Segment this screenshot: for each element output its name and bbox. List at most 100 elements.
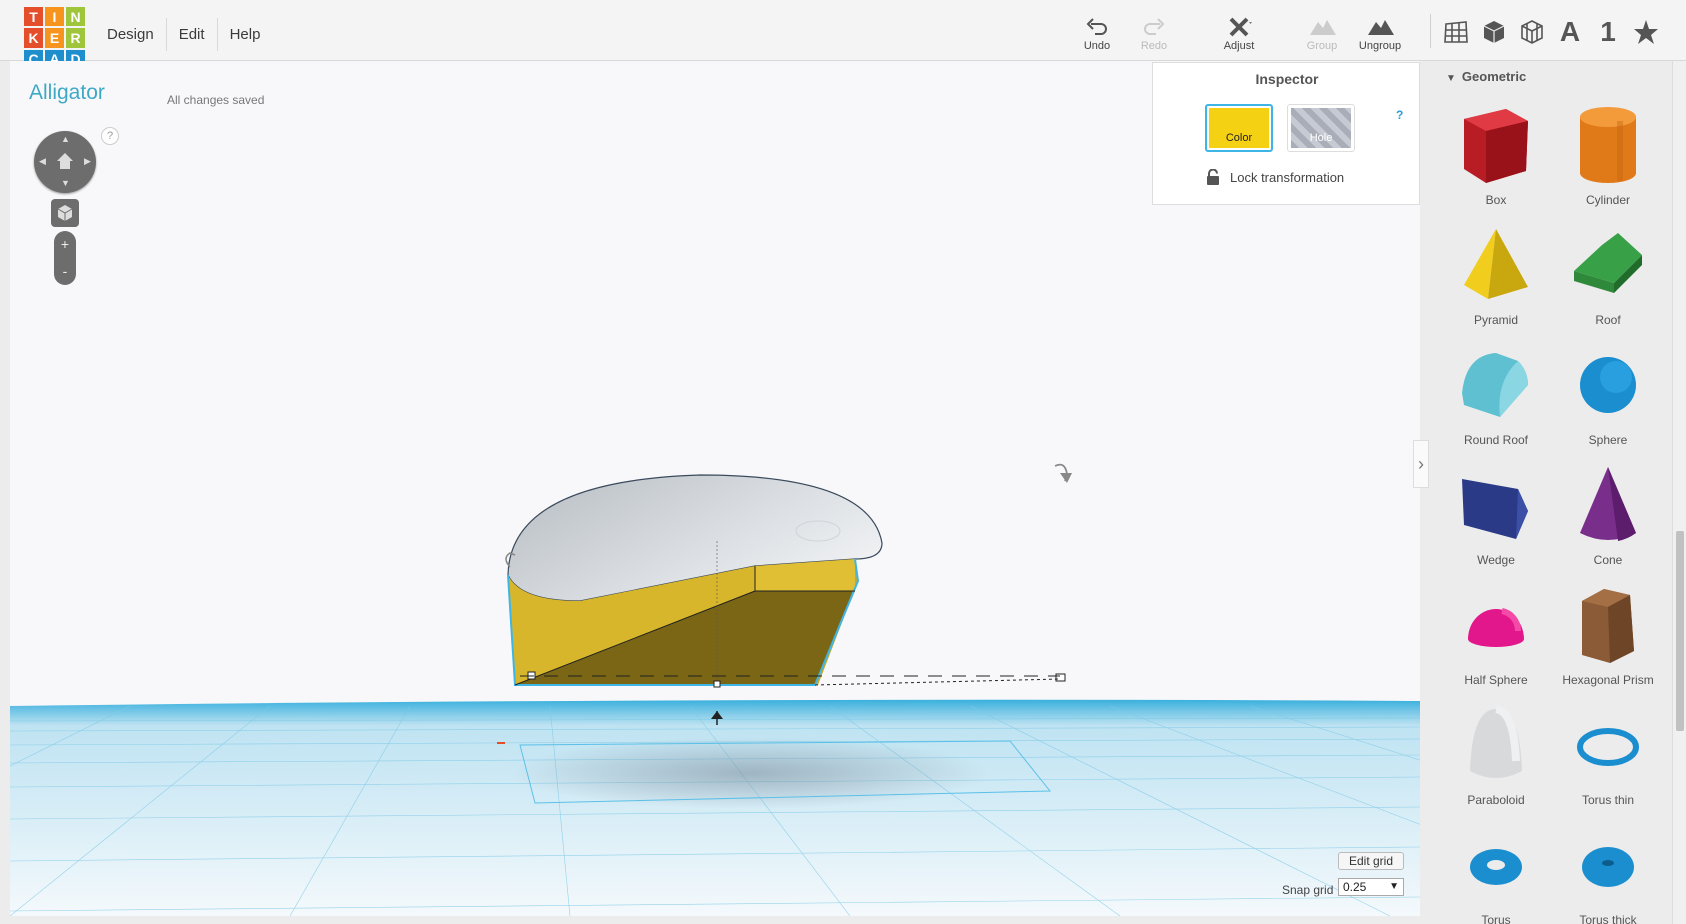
shape-label: Paraboloid	[1467, 793, 1525, 807]
redo-button[interactable]: Redo	[1124, 16, 1184, 52]
pyramid-icon	[1464, 229, 1528, 299]
main-menu: Design Edit Help	[95, 18, 272, 51]
dropdown-arrow-icon: ▼	[1389, 881, 1399, 892]
shape-torus-thick[interactable]: Torus thick	[1552, 821, 1664, 924]
shape-roof[interactable]: Roof	[1552, 221, 1664, 341]
inspector-title: Inspector	[1255, 71, 1319, 87]
roof-icon	[1574, 233, 1642, 293]
edge-handle[interactable]	[713, 680, 721, 688]
tinkercad-editor: T I N K E R C A D Design Edit Help Undo …	[0, 0, 1686, 924]
lock-icon	[1207, 169, 1219, 185]
corner-handle[interactable]	[1055, 673, 1066, 682]
logo-letter: T	[24, 7, 43, 27]
shape-label: Roof	[1595, 313, 1621, 327]
shape-label: Cylinder	[1585, 193, 1630, 207]
logo-letter: K	[24, 28, 43, 48]
sphere-icon	[1580, 357, 1636, 413]
toolbar-divider	[1430, 14, 1431, 48]
number-shape-icon[interactable]: 1	[1592, 16, 1624, 48]
tinkercad-logo[interactable]: T I N K E R C A D	[24, 7, 86, 69]
triangle-down-icon: ▼	[1446, 73, 1456, 84]
scroll-thumb[interactable]	[1676, 531, 1684, 731]
lock-transformation-toggle[interactable]: Lock transformation	[1206, 169, 1344, 186]
adjust-icon	[1229, 17, 1252, 37]
ungroup-label: Ungroup	[1358, 40, 1402, 52]
shape-box[interactable]: Box	[1440, 101, 1552, 221]
hole-label: Hole	[1309, 132, 1333, 144]
shape-hexagonal-prism[interactable]: Hexagonal Prism	[1552, 581, 1664, 701]
category-label: Geometric	[1461, 69, 1527, 84]
shape-round-roof[interactable]: Round Roof	[1440, 341, 1552, 461]
shape-label: Half Sphere	[1464, 673, 1528, 687]
torus-icon	[1470, 849, 1522, 885]
inspector-help-button[interactable]: ?	[1396, 108, 1403, 122]
undo-button[interactable]: Undo	[1067, 16, 1127, 52]
ungroup-icon	[1368, 20, 1394, 35]
torus-thick-icon	[1582, 847, 1634, 887]
logo-letter: N	[66, 7, 85, 27]
color-button[interactable]: Color	[1205, 104, 1273, 152]
logo-letter: R	[66, 28, 85, 48]
redo-icon	[1144, 18, 1165, 35]
half-sphere-icon	[1468, 608, 1524, 647]
snap-grid-select[interactable]: 0.25 ▼	[1338, 878, 1404, 896]
hexagonal-prism-icon	[1582, 589, 1634, 663]
shape-wedge[interactable]: Wedge	[1440, 461, 1552, 581]
wedge-icon	[1462, 479, 1528, 539]
collapse-panel-button[interactable]: ›	[1413, 440, 1429, 488]
shape-cone[interactable]: Cone	[1552, 461, 1664, 581]
logo-letter: I	[45, 7, 64, 27]
text-shape-icon[interactable]: A	[1554, 16, 1586, 48]
ungroup-button[interactable]: Ungroup	[1350, 16, 1410, 52]
hole-button[interactable]: Hole	[1287, 104, 1355, 152]
adjust-label: Adjust	[1223, 40, 1255, 52]
wireframe-cube-icon[interactable]	[1516, 16, 1548, 48]
shape-grid: Box Cylinder Pyramid Roof Round Roof Sph…	[1430, 101, 1672, 924]
star-icon[interactable]	[1630, 16, 1662, 48]
lock-transformation-label: Lock transformation	[1230, 170, 1345, 185]
measurement-line	[814, 678, 1061, 686]
top-bar: T I N K E R C A D Design Edit Help Undo …	[0, 0, 1686, 69]
shapes-panel: ▼ Geometric Box Cylinder Pyramid Roof Rou…	[1430, 61, 1672, 924]
undo-label: Undo	[1083, 40, 1111, 52]
shape-paraboloid[interactable]: Paraboloid	[1440, 701, 1552, 821]
shape-label: Round Roof	[1463, 433, 1529, 447]
snap-grid-label: Snap grid	[1282, 883, 1334, 897]
shape-sphere[interactable]: Sphere	[1552, 341, 1664, 461]
origin-marker	[497, 742, 505, 744]
group-label: Group	[1306, 40, 1338, 52]
menu-edit[interactable]: Edit	[167, 18, 218, 51]
shape-label: Wedge	[1477, 553, 1515, 567]
cylinder-icon	[1580, 107, 1636, 183]
group-icon	[1310, 20, 1336, 35]
shape-label: Pyramid	[1473, 313, 1518, 327]
shape-label: Sphere	[1588, 433, 1628, 447]
shape-label: Box	[1485, 193, 1507, 207]
menu-help[interactable]: Help	[218, 18, 273, 51]
menu-design[interactable]: Design	[95, 18, 167, 51]
shapes-scrollbar[interactable]	[1672, 61, 1686, 924]
adjust-button[interactable]: Adjust	[1209, 16, 1269, 52]
shape-cylinder[interactable]: Cylinder	[1552, 101, 1664, 221]
logo-letter: E	[45, 28, 64, 48]
undo-icon	[1086, 18, 1107, 35]
shape-torus-thin[interactable]: Torus thin	[1552, 701, 1664, 821]
torus-thin-icon	[1577, 728, 1639, 766]
shape-pyramid[interactable]: Pyramid	[1440, 221, 1552, 341]
shape-label: Torus thick	[1579, 913, 1637, 924]
box-icon	[1464, 109, 1528, 183]
group-button[interactable]: Group	[1292, 16, 1352, 52]
category-geometric[interactable]: ▼ Geometric	[1446, 69, 1526, 84]
edit-grid-button[interactable]: Edit grid	[1338, 852, 1404, 870]
shape-half-sphere[interactable]: Half Sphere	[1440, 581, 1552, 701]
paraboloid-icon	[1470, 705, 1522, 778]
cone-icon	[1580, 467, 1636, 541]
solid-cube-icon[interactable]	[1478, 16, 1510, 48]
shape-torus[interactable]: Torus	[1440, 821, 1552, 924]
round-roof-icon	[1462, 353, 1528, 417]
shape-label: Cone	[1593, 553, 1623, 567]
inspector-panel: Inspector ? Color Hole Lock transformati…	[1152, 62, 1420, 205]
grid-view-icon[interactable]	[1440, 16, 1472, 48]
shape-label: Torus	[1481, 913, 1511, 924]
shape-label: Torus thin	[1581, 793, 1635, 807]
